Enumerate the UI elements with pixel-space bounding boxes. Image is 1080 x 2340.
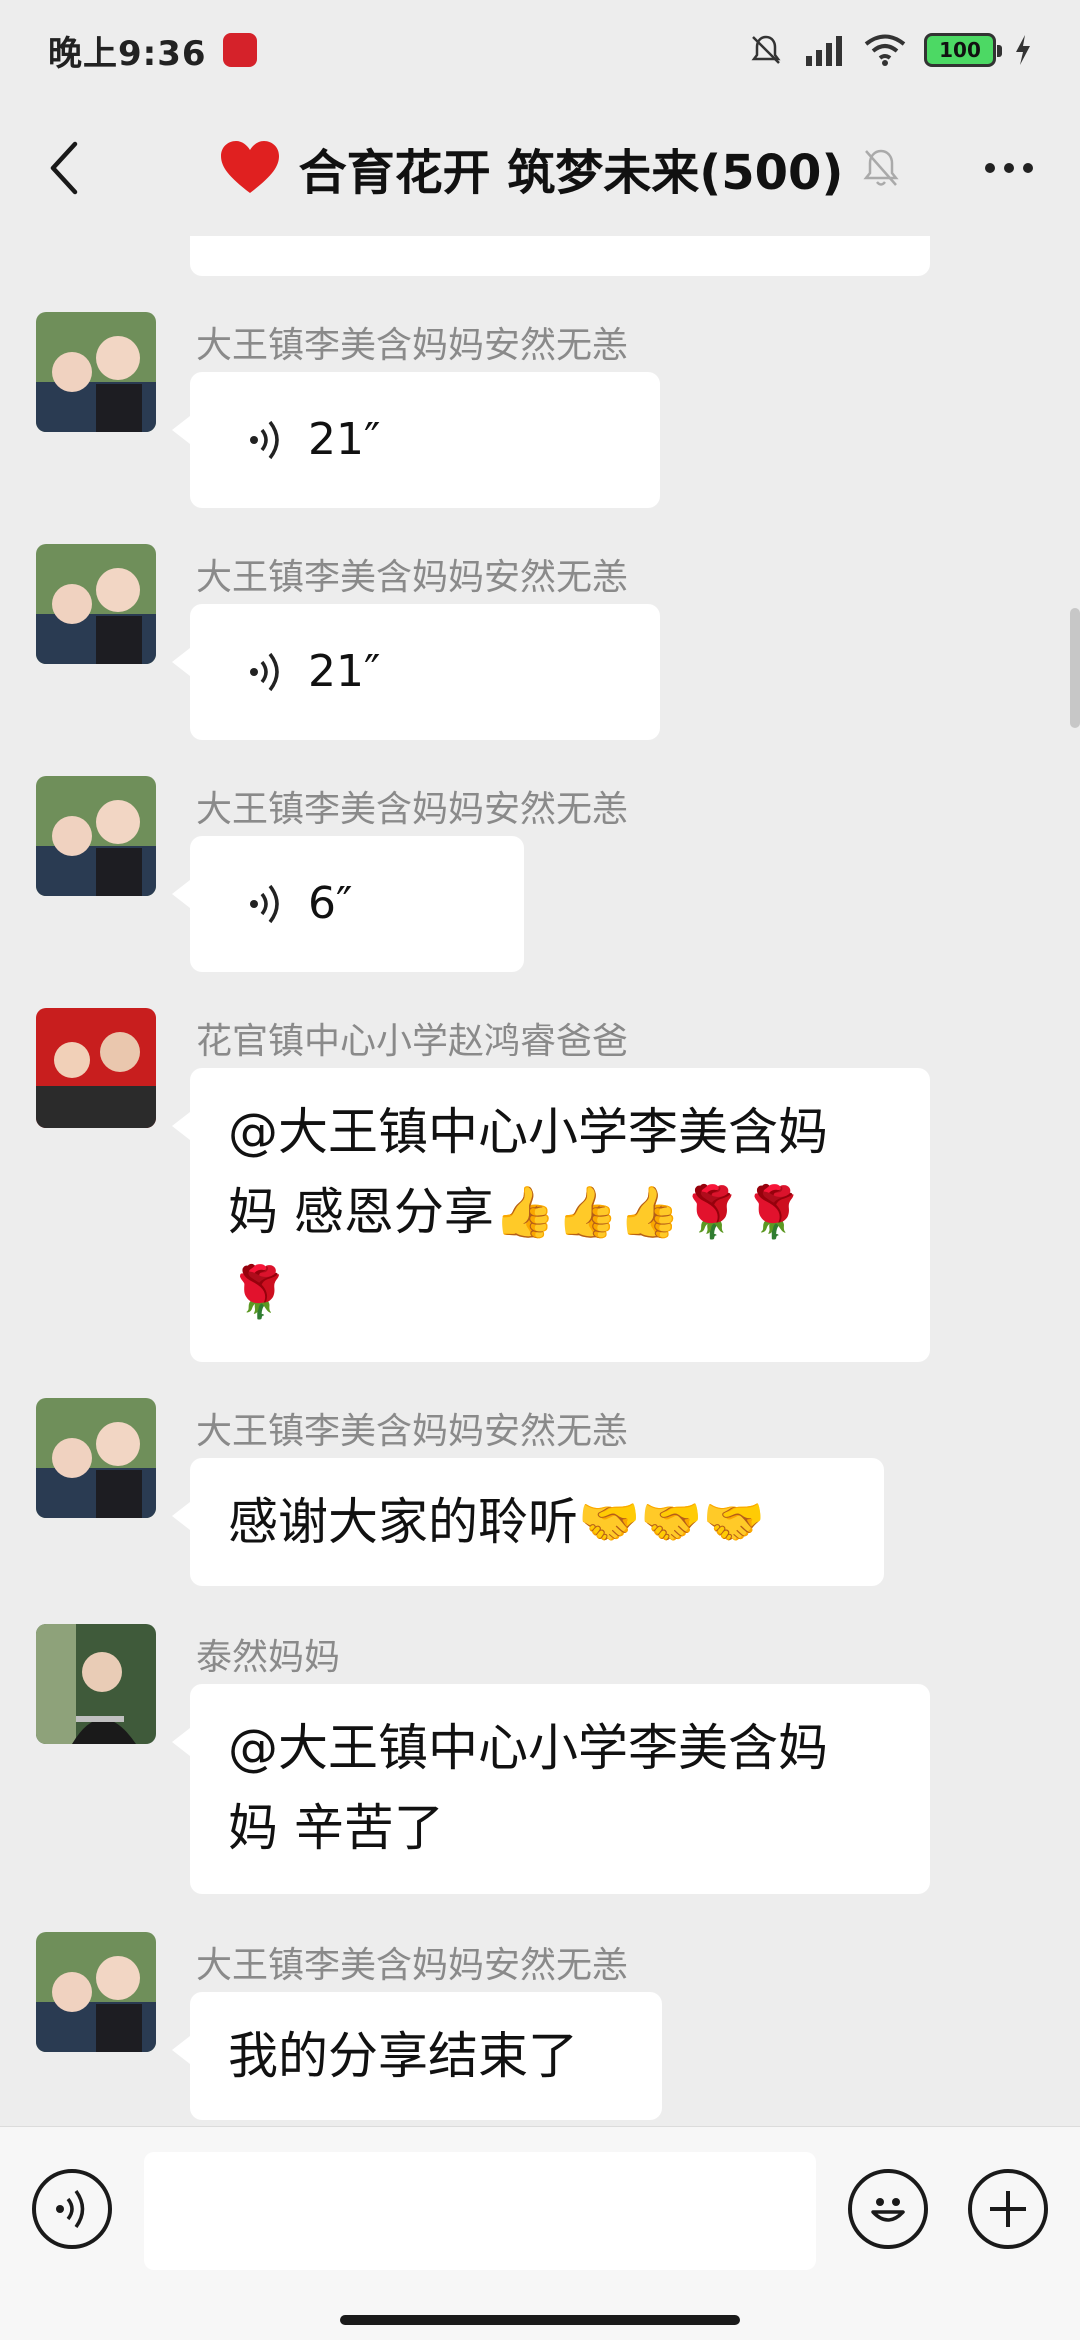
voice-duration: 21″ xyxy=(308,414,381,465)
status-time: 晚上9:36 xyxy=(48,33,207,74)
message-line: 🌹 xyxy=(228,1263,291,1321)
avatar[interactable] xyxy=(36,1008,156,1128)
voice-duration: 6″ xyxy=(308,878,353,929)
text-message-bubble[interactable]: 我的分享结束了 xyxy=(172,1992,662,2120)
home-indicator[interactable] xyxy=(340,2315,740,2325)
plus-icon xyxy=(990,2191,1026,2227)
emoji-button[interactable] xyxy=(848,2169,928,2249)
text-message-bubble[interactable]: @大王镇中心小学李美含妈 妈 辛苦了 xyxy=(172,1684,930,1894)
voice-toggle-button[interactable] xyxy=(32,2169,112,2249)
avatar-photo xyxy=(36,776,156,896)
voice-wave-icon xyxy=(250,420,279,460)
message-list[interactable]: 大王镇李美含妈妈安然无恙 21″ 大王镇李美含妈妈安然无恙 21″ 大王镇李美含… xyxy=(0,236,1080,2126)
battery-indicator: 100 xyxy=(924,33,1002,67)
avatar[interactable] xyxy=(36,1932,156,2052)
more-dots-icon xyxy=(985,163,995,173)
message-line: 我的分享结束了 xyxy=(228,2027,578,2085)
message-line: 感谢大家的聆听🤝🤝🤝 xyxy=(228,1493,765,1551)
message-line: @大王镇中心小学李美含妈 xyxy=(228,1103,828,1161)
voice-message-bubble[interactable]: 21″ xyxy=(172,604,660,740)
bell-muted-status-icon xyxy=(751,35,781,64)
sender-name: 大王镇李美含妈妈安然无恙 xyxy=(196,325,629,366)
message-line: 妈 感恩分享👍👍👍🌹🌹 xyxy=(228,1183,806,1241)
message-line: 妈 辛苦了 xyxy=(228,1799,444,1857)
voice-message-bubble[interactable]: 6″ xyxy=(172,836,524,972)
emoji-icon xyxy=(871,2198,905,2222)
heart-icon xyxy=(220,141,279,193)
chat-title: 合育花开 筑梦未来(500) xyxy=(298,145,844,201)
avatar-photo xyxy=(36,544,156,664)
sender-name: 大王镇李美含妈妈安然无恙 xyxy=(196,1411,629,1452)
voice-duration: 21″ xyxy=(308,646,381,697)
avatar-photo xyxy=(36,1624,156,1744)
avatar[interactable] xyxy=(36,1624,156,1744)
avatar[interactable] xyxy=(36,312,156,432)
bell-muted-icon xyxy=(863,149,899,186)
signal-icon xyxy=(806,36,842,66)
avatar-photo xyxy=(36,312,156,432)
sender-name: 大王镇李美含妈妈安然无恙 xyxy=(196,557,629,598)
sender-name: 泰然妈妈 xyxy=(196,1637,341,1678)
back-arrow-icon xyxy=(50,141,78,195)
voice-message-bubble[interactable]: 21″ xyxy=(172,372,660,508)
avatar-photo xyxy=(36,1398,156,1518)
text-message-bubble[interactable]: 感谢大家的聆听🤝🤝🤝 xyxy=(172,1458,884,1586)
add-button[interactable] xyxy=(968,2169,1048,2249)
voice-wave-icon xyxy=(250,652,279,692)
status-bar: 晚上9:36 100 xyxy=(0,0,1080,100)
chat-header: 合育花开 筑梦未来(500) xyxy=(0,100,1080,236)
voice-icon xyxy=(56,2189,85,2229)
text-message-bubble[interactable]: @大王镇中心小学李美含妈 妈 感恩分享👍👍👍🌹🌹 🌹 xyxy=(172,1068,930,1362)
sender-name: 大王镇李美含妈妈安然无恙 xyxy=(196,1945,629,1986)
battery-level: 100 xyxy=(939,38,981,62)
sender-name: 花官镇中心小学赵鸿睿爸爸 xyxy=(196,1021,629,1062)
voice-wave-icon xyxy=(250,884,279,924)
input-bar xyxy=(0,2126,1080,2340)
avatar-photo xyxy=(36,1932,156,2052)
scrollbar[interactable] xyxy=(1070,608,1080,728)
message-input[interactable] xyxy=(144,2152,816,2270)
charging-icon xyxy=(1016,35,1030,65)
chat-screen: 晚上9:36 100 合育花开 筑梦未来(500) 大王镇李美含妈妈安然无恙 2… xyxy=(0,0,1080,2340)
app-notification-icon xyxy=(222,33,257,67)
more-options-button[interactable] xyxy=(974,140,1044,196)
avatar[interactable] xyxy=(36,776,156,896)
avatar-photo xyxy=(36,1008,156,1128)
avatar[interactable] xyxy=(36,544,156,664)
wifi-icon xyxy=(864,34,906,66)
back-button[interactable] xyxy=(36,128,92,208)
partial-message-bubble[interactable] xyxy=(190,236,930,276)
avatar[interactable] xyxy=(36,1398,156,1518)
sender-name: 大王镇李美含妈妈安然无恙 xyxy=(196,789,629,830)
header-title-group[interactable]: 合育花开 筑梦未来(500) xyxy=(170,100,950,236)
message-line: @大王镇中心小学李美含妈 xyxy=(228,1719,828,1777)
status-icons: 100 xyxy=(748,32,1032,68)
